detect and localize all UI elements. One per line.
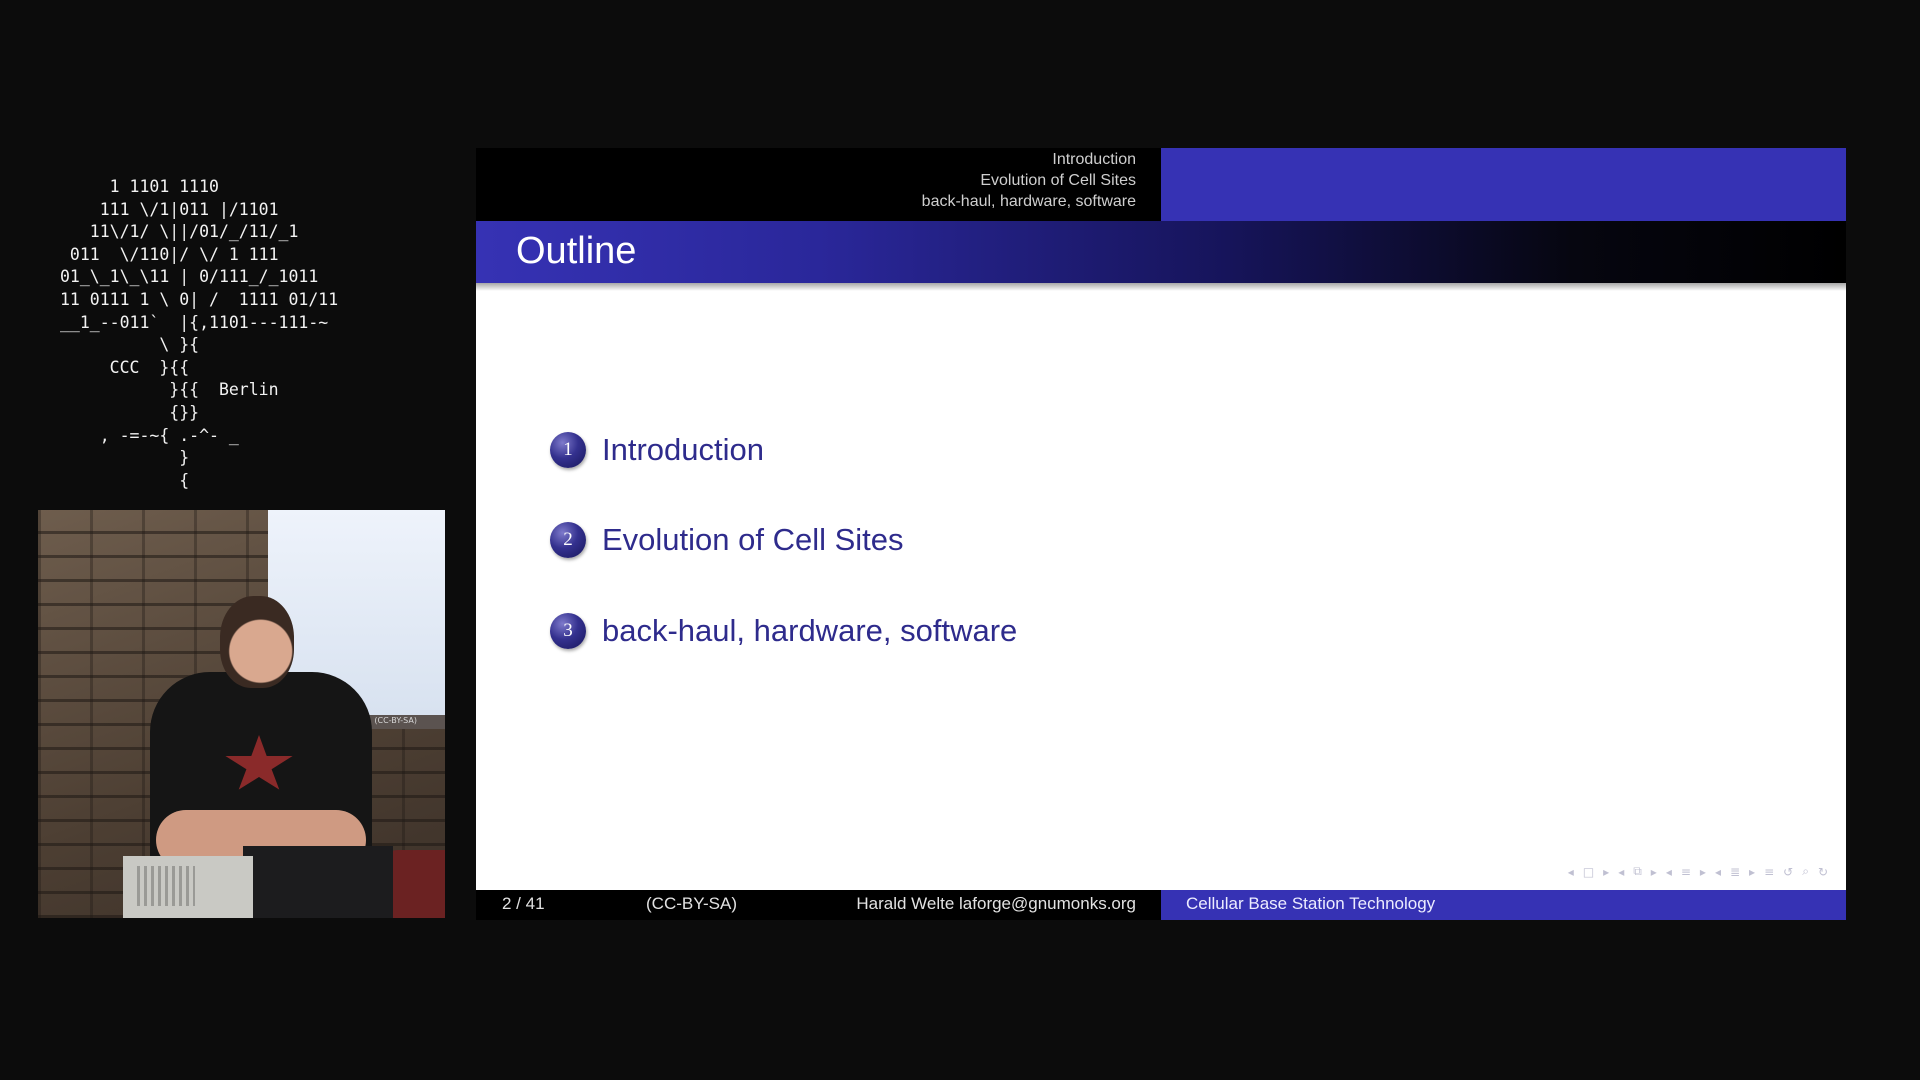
nav-prev-slide-icon[interactable]: ◂ <box>1568 865 1574 879</box>
nav-prev-section-icon[interactable]: ◂ <box>1715 865 1721 879</box>
nav-section-icon[interactable]: ≣ <box>1730 865 1740 879</box>
nav-next-subsection-icon[interactable]: ▸ <box>1700 865 1706 879</box>
laptop-dark <box>243 846 393 918</box>
laptop-silver <box>123 856 253 918</box>
toc-number-ball: 2 <box>550 522 586 558</box>
ascii-art-logo: 1 1101 1110 111 \/1|011 |/1101 11\/1/ \|… <box>60 177 339 490</box>
slide-header-sections: Introduction Evolution of Cell Sites bac… <box>476 148 1161 221</box>
nav-outline-icon[interactable]: ≡ <box>1764 865 1774 879</box>
nav-prev-subsection-icon[interactable]: ◂ <box>1666 865 1672 879</box>
header-section-introduction[interactable]: Introduction <box>1052 151 1136 169</box>
nav-forward-icon[interactable]: ↻ <box>1818 865 1828 879</box>
page-number: 2 / 41 <box>502 894 545 913</box>
toc-number-ball: 3 <box>550 613 586 649</box>
toc-label: back-haul, hardware, software <box>602 613 1018 648</box>
beamer-navigation-bar: ◂ □ ▸ ◂ ⧉ ▸ ◂ ≡ ▸ ◂ ≣ ▸ ≡ ↺ ⌕ ↻ <box>1568 864 1828 879</box>
presentation-slide: Introduction Evolution of Cell Sites bac… <box>476 148 1846 920</box>
nav-next-section-icon[interactable]: ▸ <box>1749 865 1755 879</box>
toc-item-introduction[interactable]: 1 Introduction <box>550 432 764 468</box>
nav-subsection-icon[interactable]: ≡ <box>1681 865 1691 879</box>
toc-label: Introduction <box>602 432 764 467</box>
nav-next-slide-icon[interactable]: ▸ <box>1603 865 1609 879</box>
nav-prev-frame-icon[interactable]: ◂ <box>1618 865 1624 879</box>
nav-back-icon[interactable]: ↺ <box>1783 865 1793 879</box>
toc-item-evolution[interactable]: 2 Evolution of Cell Sites <box>550 522 904 558</box>
nav-frame-icon[interactable]: ⧉ <box>1633 864 1642 879</box>
author-label: Harald Welte laforge@gnumonks.org <box>856 894 1136 913</box>
nav-search-icon[interactable]: ⌕ <box>1802 864 1809 879</box>
slide-title: Outline <box>516 230 637 272</box>
screen-license-label: (CC-BY-SA) <box>374 716 417 725</box>
header-section-evolution[interactable]: Evolution of Cell Sites <box>980 172 1136 190</box>
toc-number-ball: 1 <box>550 432 586 468</box>
speaker-head <box>220 596 294 688</box>
nav-slide-icon[interactable]: □ <box>1583 865 1594 879</box>
speaker-camera-feed: (CC-BY-SA) <box>38 510 445 918</box>
toc-item-backhaul[interactable]: 3 back-haul, hardware, software <box>550 613 1017 649</box>
slide-header-accent <box>1161 148 1846 221</box>
toc-label: Evolution of Cell Sites <box>602 522 904 557</box>
slide-footer-left: 2 / 41 (CC-BY-SA) Harald Welte laforge@g… <box>476 890 1161 920</box>
license-label: (CC-BY-SA) <box>646 894 737 913</box>
header-section-backhaul[interactable]: back-haul, hardware, software <box>922 193 1136 211</box>
slide-title-bar: Outline <box>476 221 1846 291</box>
slide-footer-right: Cellular Base Station Technology <box>1161 890 1846 920</box>
nav-next-frame-icon[interactable]: ▸ <box>1651 865 1657 879</box>
presentation-title: Cellular Base Station Technology <box>1186 894 1436 913</box>
